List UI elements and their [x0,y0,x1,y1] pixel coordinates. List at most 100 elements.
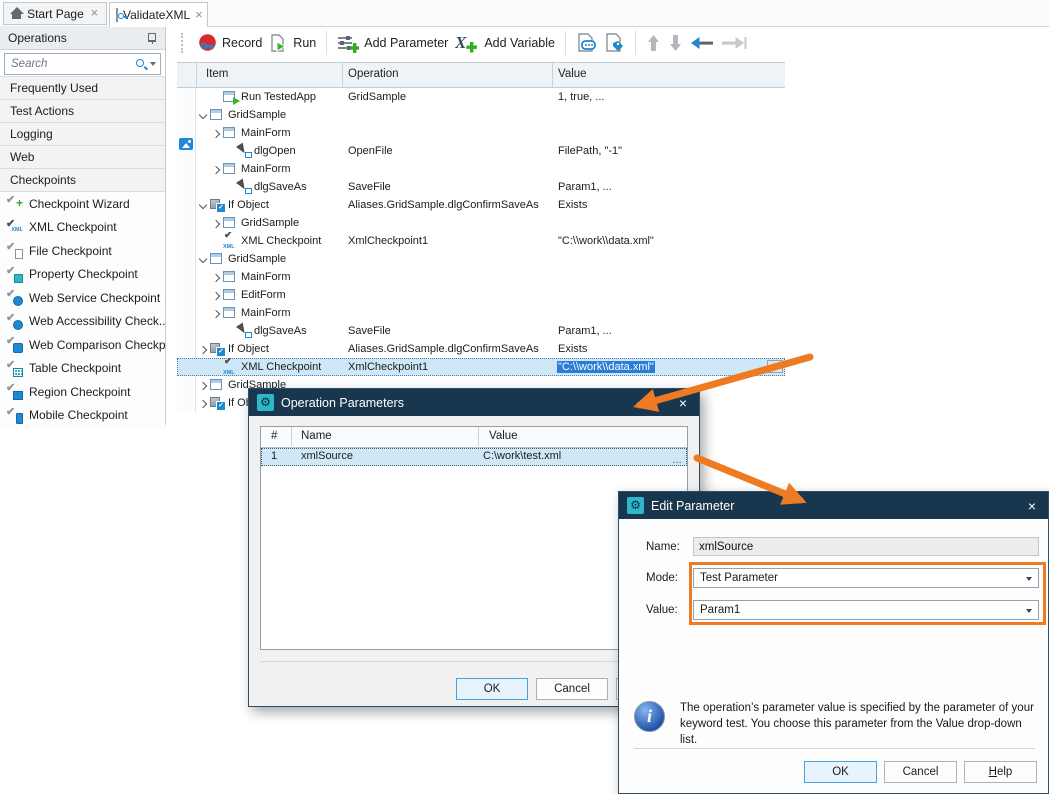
table-row[interactable]: MainForm [177,124,785,142]
search-icon[interactable] [135,58,147,70]
chevron-icon[interactable] [224,182,235,193]
chevron-icon[interactable] [198,344,209,355]
mode-dropdown[interactable]: Test Parameter [693,568,1039,588]
close-icon[interactable] [675,395,691,411]
sidebar-checkpoint-item[interactable]: Web Service Checkpoint [0,286,165,310]
table-row[interactable]: MainForm [177,304,785,322]
sidebar-checkpoint-item[interactable]: Table Checkpoint [0,357,165,381]
operation-category[interactable]: Logging [0,123,165,146]
chevron-icon[interactable] [211,362,222,373]
chevron-icon[interactable] [211,128,222,139]
search-input[interactable] [9,57,132,71]
value-dropdown[interactable]: Param1 [693,600,1039,620]
chevron-icon[interactable] [224,326,235,337]
move-right-button[interactable] [721,36,747,50]
sidebar-checkpoint-item[interactable]: XML Checkpoint [0,216,165,240]
ellipsis-button[interactable] [672,450,682,468]
chevron-icon[interactable] [198,110,209,121]
ellipsis-button[interactable] [767,360,783,373]
run-icon [269,34,288,53]
operation-cell [342,286,551,304]
record-icon [198,34,217,53]
table-row[interactable]: If Object Aliases.GridSample.dlgConfirmS… [177,196,785,214]
sidebar-checkpoint-item[interactable]: Property Checkpoint [0,263,165,287]
add-parameter-button[interactable]: Add Parameter [337,34,448,53]
chevron-icon[interactable] [211,272,222,283]
chevron-icon[interactable] [224,146,235,157]
table-row[interactable]: MainForm [177,160,785,178]
chevron-icon[interactable] [211,236,222,247]
table-row[interactable]: XML Checkpoint XmlCheckpoint1 "C:\\work\… [177,232,785,250]
sidebar-checkpoint-item[interactable]: Checkpoint Wizard [0,192,165,216]
table-row[interactable]: dlgSaveAs SaveFile Param1, ... [177,178,785,196]
operation-cell [342,124,551,142]
column-header-num[interactable]: # [271,430,277,442]
add-label-button[interactable] [604,33,625,53]
column-header-name[interactable]: Name [301,430,332,442]
move-left-button[interactable] [690,36,714,50]
sidebar-checkpoint-item[interactable]: Mobile Checkpoint [0,404,165,428]
dialog-title-bar: Operation Parameters [249,389,699,416]
sidebar-checkpoint-item[interactable]: Web Accessibility Check... [0,310,165,334]
column-header-item[interactable]: Item [206,68,228,80]
chevron-icon[interactable] [211,218,222,229]
parameter-row[interactable]: 1 xmlSource C:\work\test.xml [261,448,687,466]
column-header-value[interactable]: Value [489,430,518,442]
ifobject-icon [209,342,226,356]
toolbar-grip[interactable] [181,33,187,53]
divider [634,748,1035,749]
table-row[interactable]: MainForm [177,268,785,286]
onscreen-icon [235,144,252,158]
cancel-button[interactable]: Cancel [536,678,608,700]
move-down-button[interactable] [668,34,683,52]
chevron-icon[interactable] [198,398,209,409]
sidebar-checkpoint-item[interactable]: Web Comparison Checkp... [0,333,165,357]
column-header-operation[interactable]: Operation [348,68,399,80]
chevron-icon[interactable] [211,92,222,103]
table-row[interactable]: dlgSaveAs SaveFile Param1, ... [177,322,785,340]
operation-category[interactable]: Frequently Used [0,76,165,100]
tab-start-page[interactable]: Start Page [3,2,107,25]
table-row[interactable]: XML Checkpoint XmlCheckpoint1 "C:\\work\… [177,358,785,376]
operation-category[interactable]: Checkpoints [0,169,165,192]
table-row[interactable]: Run TestedApp GridSample 1, true, ... [177,88,785,106]
table-row[interactable]: GridSample [177,214,785,232]
ok-button[interactable]: OK [804,761,877,783]
close-icon[interactable] [1024,498,1040,514]
chevron-icon[interactable] [198,200,209,211]
sidebar-checkpoint-item[interactable]: Database Table Checkpoint [0,427,165,429]
chevron-icon[interactable] [211,164,222,175]
move-up-button[interactable] [646,34,661,52]
chevron-icon[interactable] [198,254,209,265]
chevron-icon[interactable] [211,308,222,319]
value-cell: "C:\\work\\data.xml" [552,232,785,250]
table-row[interactable]: GridSample [177,106,785,124]
add-comment-button[interactable] [576,33,597,53]
chevron-icon[interactable] [211,290,222,301]
name-field[interactable] [693,537,1039,556]
operation-category[interactable]: Test Actions [0,100,165,123]
operation-category[interactable]: Web [0,146,165,169]
run-button[interactable]: Run [269,34,316,53]
window-icon [222,162,239,176]
cancel-button[interactable]: Cancel [884,761,957,783]
close-icon[interactable] [89,7,100,20]
add-variable-button[interactable]: X Add Variable [455,34,555,53]
table-row[interactable]: EditForm [177,286,785,304]
close-icon[interactable] [195,9,203,22]
runapp-icon [222,90,239,104]
table-row[interactable]: If Object Aliases.GridSample.dlgConfirmS… [177,340,785,358]
item-cell: GridSample [196,250,344,268]
help-button[interactable]: Help [964,761,1037,783]
tab-validatexml[interactable]: ValidateXML [109,2,208,27]
record-button[interactable]: Record [198,34,262,53]
table-row[interactable]: dlgOpen OpenFile FilePath, "-1" [177,142,785,160]
chevron-down-icon[interactable] [150,62,156,66]
table-row[interactable]: GridSample [177,250,785,268]
chevron-icon[interactable] [198,380,209,391]
ok-button[interactable]: OK [456,678,528,700]
sidebar-checkpoint-item[interactable]: Region Checkpoint [0,380,165,404]
sidebar-checkpoint-item[interactable]: File Checkpoint [0,239,165,263]
column-header-value[interactable]: Value [558,68,587,80]
pin-icon[interactable] [147,32,157,44]
